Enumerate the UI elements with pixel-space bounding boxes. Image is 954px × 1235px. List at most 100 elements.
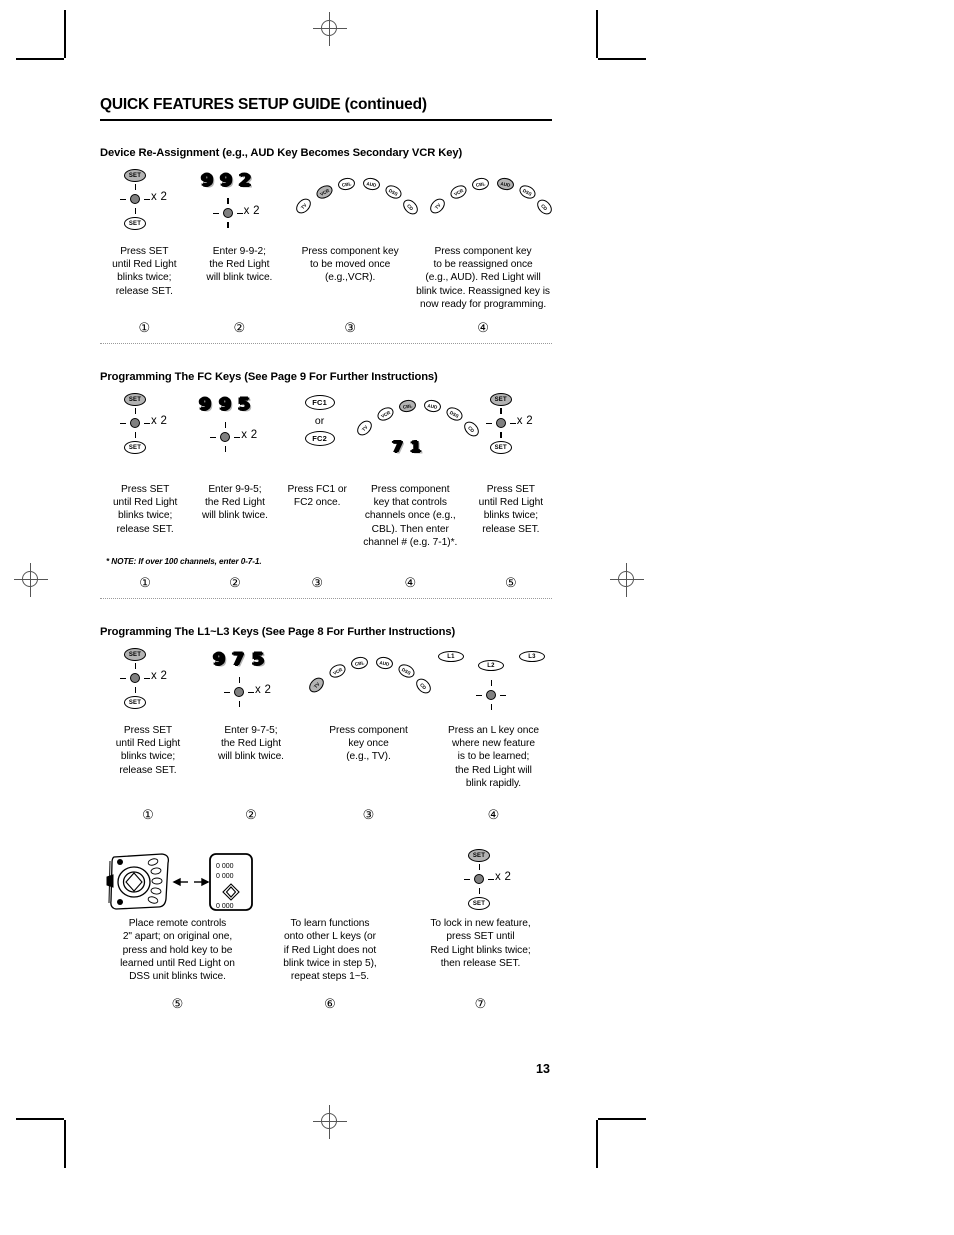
crop-mark-bot-right-h bbox=[598, 1118, 646, 1120]
section-device-reassignment: Device Re-Assignment (e.g., AUD Key Beco… bbox=[100, 147, 556, 345]
code-digit: 9 bbox=[200, 171, 213, 192]
registration-mark-right bbox=[610, 563, 644, 597]
component-key-vcr[interactable]: VCR bbox=[448, 182, 469, 202]
code-digit: 5 bbox=[237, 395, 250, 416]
component-key-vcr[interactable]: VCR bbox=[374, 404, 396, 424]
component-key-cbl[interactable]: CBL bbox=[337, 176, 357, 192]
step-6-caption: To learn functions onto other L keys (or… bbox=[283, 918, 377, 982]
component-key-dss[interactable]: DSS bbox=[443, 404, 465, 424]
blink-count-label: x 2 bbox=[516, 415, 533, 428]
set-key-top[interactable]: SET bbox=[124, 169, 146, 183]
blink-count-label: x 2 bbox=[151, 191, 168, 204]
component-key-arc: TV VCR CBL AUD DSS CD bbox=[291, 173, 421, 218]
crop-mark-top-right-h bbox=[598, 58, 646, 60]
step-number-row: ① ② ③ ④ ⑤ bbox=[100, 576, 556, 589]
set-key-bottom[interactable]: SET bbox=[124, 441, 146, 455]
step-4-caption: Press component key that controls channe… bbox=[363, 484, 458, 548]
l2-key[interactable]: L2 bbox=[478, 660, 504, 672]
l3-key[interactable]: L3 bbox=[519, 651, 545, 663]
step-number-row: ① ② ③ ④ bbox=[100, 808, 556, 821]
crop-mark-top-left-h bbox=[16, 58, 64, 60]
remote-controls-illustration: 0 000 0 000 0 000 bbox=[106, 853, 253, 911]
step-4-art: L1 L2 L3 bbox=[431, 646, 556, 724]
step-number: ① bbox=[139, 575, 151, 591]
step-number: ④ bbox=[477, 320, 489, 336]
section-l-keys: Programming The L1~L3 Keys (See Page 8 F… bbox=[100, 626, 556, 821]
step-2-art: 9 7 5 x 2 bbox=[196, 646, 306, 724]
section-footnote: * NOTE: If over 100 channels, enter 0-7-… bbox=[106, 557, 262, 567]
red-light-indicator bbox=[224, 677, 254, 708]
step-number: ④ bbox=[487, 807, 500, 823]
section-divider bbox=[100, 598, 552, 600]
section-l-keys-continued: 0 000 0 000 0 000 Place remote controls … bbox=[100, 849, 556, 1010]
set-key-top[interactable]: SET bbox=[124, 648, 146, 662]
set-key-bottom[interactable]: SET bbox=[468, 897, 490, 911]
crop-mark-top-right-v bbox=[596, 10, 598, 58]
component-key-vcr[interactable]: VCR bbox=[314, 182, 335, 202]
component-key-tv[interactable]: TV bbox=[293, 195, 314, 217]
step-5-art: 0 000 0 000 0 000 bbox=[100, 849, 255, 917]
component-key-aud[interactable]: AUD bbox=[375, 655, 394, 671]
step-4: TV VCR CBL AUD DSS CD Press component ke… bbox=[410, 167, 556, 311]
blink-count-label: x 2 bbox=[151, 670, 168, 683]
component-key-cbl[interactable]: CBL bbox=[397, 398, 417, 414]
registration-mark-top bbox=[313, 12, 347, 46]
step-1-caption: Press SET until Red Light blinks twice; … bbox=[115, 725, 181, 776]
code-digit: 9 bbox=[213, 650, 226, 671]
code-digit: 5 bbox=[251, 650, 264, 671]
component-key-dss[interactable]: DSS bbox=[383, 182, 404, 202]
step-2-caption: Enter 9-7-5; the Red Light will blink tw… bbox=[218, 725, 284, 763]
page-title: QUICK FEATURES SETUP GUIDE (continued) bbox=[100, 96, 556, 113]
component-key-aud[interactable]: AUD bbox=[362, 176, 382, 192]
fc1-key[interactable]: FC1 bbox=[304, 395, 335, 411]
component-key-tv[interactable]: TV bbox=[427, 195, 448, 217]
code-display: 9 9 5 bbox=[199, 395, 250, 416]
channel-display: 7 1 bbox=[392, 439, 421, 456]
step-1-caption: Press SET until Red Light blinks twice; … bbox=[112, 484, 178, 535]
step-number: ① bbox=[138, 320, 151, 336]
component-key-dss[interactable]: DSS bbox=[517, 182, 538, 202]
red-light-indicator bbox=[212, 198, 243, 229]
step-1: SET x 2 SET Press SET until Red Light bl… bbox=[100, 646, 196, 777]
step-3-art: FC1 or FC2 bbox=[280, 391, 355, 483]
set-key-bottom[interactable]: SET bbox=[489, 441, 512, 455]
component-key-tv[interactable]: TV bbox=[354, 417, 375, 439]
code-digit: 9 bbox=[218, 395, 231, 416]
component-key-aud[interactable]: AUD bbox=[422, 398, 442, 414]
set-key-top[interactable]: SET bbox=[124, 393, 146, 407]
fc2-key[interactable]: FC2 bbox=[304, 431, 335, 447]
code-display: 9 7 5 bbox=[213, 650, 264, 671]
svg-text:0 000: 0 000 bbox=[216, 863, 234, 870]
set-key-top[interactable]: SET bbox=[489, 393, 512, 407]
component-key-arc: TV VCR CBL AUD DSS CD bbox=[425, 173, 555, 218]
step-5-caption: Press SET until Red Light blinks twice; … bbox=[478, 484, 544, 535]
component-key-vcr[interactable]: VCR bbox=[327, 661, 348, 681]
component-key-cd[interactable]: CD bbox=[534, 196, 555, 218]
component-key-cbl[interactable]: CBL bbox=[350, 655, 369, 671]
step-number: ② bbox=[245, 807, 257, 823]
step-number-row: ① ② ③ ④ bbox=[100, 321, 556, 334]
section-divider bbox=[100, 343, 552, 345]
step-1-art: SET x 2 SET bbox=[100, 646, 196, 724]
step-5-art: SET x 2 SET bbox=[466, 391, 556, 483]
page-number: 13 bbox=[536, 1062, 550, 1076]
step-1-caption: Press SET until Red Light blinks twice; … bbox=[112, 246, 177, 297]
step-7: SET x 2 SET To lock in new feature, pres… bbox=[405, 849, 556, 970]
set-key-bottom[interactable]: SET bbox=[124, 217, 146, 231]
step-number: ① bbox=[142, 807, 154, 823]
component-key-aud[interactable]: AUD bbox=[496, 176, 516, 192]
step-number: ② bbox=[233, 320, 246, 336]
l1-key[interactable]: L1 bbox=[438, 651, 464, 663]
set-key-bottom[interactable]: SET bbox=[124, 696, 146, 710]
step-number: ⑤ bbox=[171, 996, 184, 1012]
section-title: Device Re-Assignment (e.g., AUD Key Beco… bbox=[100, 147, 463, 160]
step-5: 0 000 0 000 0 000 Place remote controls … bbox=[100, 849, 255, 983]
component-key-dss[interactable]: DSS bbox=[396, 661, 417, 681]
component-key-cbl[interactable]: CBL bbox=[471, 176, 491, 192]
blink-count-label: x 2 bbox=[151, 415, 168, 428]
component-key-tv[interactable]: TV bbox=[306, 674, 327, 696]
section-fc-keys: Programming The FC Keys (See Page 9 For … bbox=[100, 371, 556, 600]
step-5-caption: Place remote controls 2" apart; on origi… bbox=[120, 918, 235, 982]
step-number: ③ bbox=[362, 807, 375, 823]
set-key-top[interactable]: SET bbox=[468, 849, 490, 863]
